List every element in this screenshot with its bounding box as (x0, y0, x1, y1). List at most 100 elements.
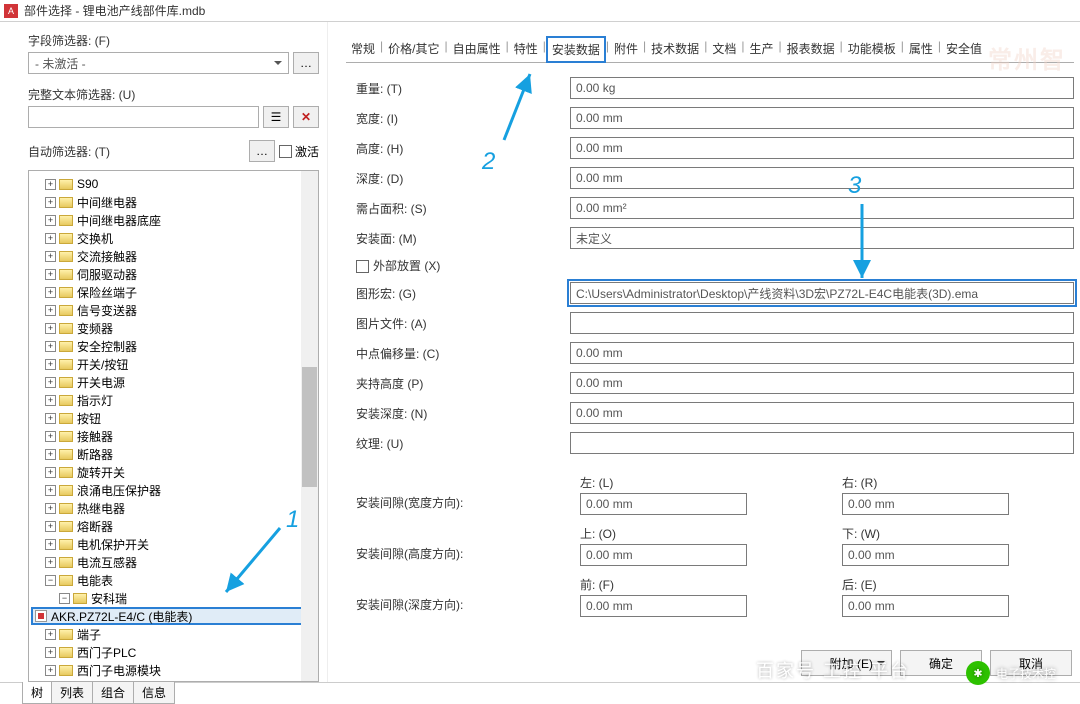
texture-input[interactable] (570, 432, 1074, 454)
tree-expander-icon[interactable]: + (45, 449, 56, 460)
tree-folder[interactable]: +西门子PLC (31, 643, 316, 661)
tab[interactable]: 属性 (904, 36, 938, 62)
tree-expander-icon[interactable]: + (45, 629, 56, 640)
tree-expander-icon[interactable]: + (45, 305, 56, 316)
surface-input[interactable] (570, 227, 1074, 249)
tree-expander-icon[interactable]: + (45, 539, 56, 550)
tree-expander-icon[interactable]: + (45, 323, 56, 334)
tree-folder[interactable]: +中间继电器 (31, 193, 316, 211)
clearance-left-input[interactable] (580, 493, 747, 515)
clearance-top-input[interactable] (580, 544, 747, 566)
tab[interactable]: 安装数据 (546, 36, 606, 63)
activate-checkbox[interactable]: 激活 (279, 143, 319, 160)
tree-expander-icon[interactable]: + (45, 269, 56, 280)
fulltext-filter-input[interactable] (28, 106, 259, 128)
tree-folder[interactable]: +伺服驱动器 (31, 265, 316, 283)
tab[interactable]: 特性 (509, 36, 543, 62)
macro-input[interactable] (570, 282, 1074, 304)
external-checkbox-box[interactable] (356, 260, 369, 273)
tab[interactable]: 安全值 (941, 36, 987, 62)
bottom-tab[interactable]: 信息 (133, 682, 175, 704)
tab[interactable]: 生产 (744, 36, 778, 62)
tree-folder[interactable]: +熔断器 (31, 517, 316, 535)
tree-folder[interactable]: +信号变送器 (31, 301, 316, 319)
weight-input[interactable] (570, 77, 1074, 99)
bottom-tab[interactable]: 组合 (92, 682, 134, 704)
external-place-checkbox[interactable]: 外部放置 (X) (346, 257, 570, 274)
tree-expander-icon[interactable]: + (45, 377, 56, 388)
tree-expander-icon[interactable]: + (45, 233, 56, 244)
tree-expander-icon[interactable]: + (45, 179, 56, 190)
tab[interactable]: 报表数据 (782, 36, 840, 62)
image-input[interactable] (570, 312, 1074, 334)
clearance-bottom-input[interactable] (842, 544, 1009, 566)
insdepth-input[interactable] (570, 402, 1074, 424)
clearance-right-input[interactable] (842, 493, 1009, 515)
tree-expander-icon[interactable]: + (45, 341, 56, 352)
tree-expander-icon[interactable]: − (59, 593, 70, 604)
tree-folder[interactable]: +开关电源 (31, 373, 316, 391)
tree-expander-icon[interactable]: + (45, 647, 56, 658)
tree-folder[interactable]: +旋转开关 (31, 463, 316, 481)
tab[interactable]: 文档 (707, 36, 741, 62)
height-input[interactable] (570, 137, 1074, 159)
tree-expander-icon[interactable]: + (45, 485, 56, 496)
tree-folder[interactable]: +指示灯 (31, 391, 316, 409)
tab[interactable]: 功能模板 (843, 36, 901, 62)
bottom-tab[interactable]: 列表 (51, 682, 93, 704)
clearance-back-input[interactable] (842, 595, 1009, 617)
tree-scrollbar[interactable] (301, 171, 318, 681)
tree-expander-icon[interactable]: + (45, 665, 56, 676)
clip-input[interactable] (570, 372, 1074, 394)
tree-view[interactable]: +S90+中间继电器+中间继电器底座+交换机+交流接触器+伺服驱动器+保险丝端子… (28, 170, 319, 682)
tree-folder[interactable]: +西门子电源模块 (31, 661, 316, 679)
tree-folder[interactable]: +接触器 (31, 427, 316, 445)
tree-expander-icon[interactable]: + (45, 287, 56, 298)
depth-input[interactable] (570, 167, 1074, 189)
tree-folder[interactable]: +交流接触器 (31, 247, 316, 265)
tree-expander-icon[interactable]: − (45, 575, 56, 586)
tree-folder[interactable]: +断路器 (31, 445, 316, 463)
tree-item[interactable]: AKR.PZ72L-E4/C (电能表) (31, 607, 316, 625)
tree-folder[interactable]: +电机保护开关 (31, 535, 316, 553)
tree-folder[interactable]: +变频器 (31, 319, 316, 337)
tree-folder[interactable]: +端子 (31, 625, 316, 643)
tab[interactable]: 常规 (346, 36, 380, 62)
tree-expander-icon[interactable]: + (45, 395, 56, 406)
tree-expander-icon[interactable]: + (45, 251, 56, 262)
tree-expander-icon[interactable]: + (45, 431, 56, 442)
center-input[interactable] (570, 342, 1074, 364)
fulltext-search-button[interactable]: ☰ (263, 106, 289, 128)
tree-expander-icon[interactable]: + (45, 215, 56, 226)
clearance-front-input[interactable] (580, 595, 747, 617)
field-filter-more-button[interactable]: … (293, 52, 319, 74)
width-input[interactable] (570, 107, 1074, 129)
activate-checkbox-box[interactable] (279, 145, 292, 158)
tree-folder[interactable]: +保险丝端子 (31, 283, 316, 301)
tree-folder[interactable]: −电能表 (31, 571, 316, 589)
tree-folder[interactable]: +电流互感器 (31, 553, 316, 571)
tree-folder[interactable]: +热继电器 (31, 499, 316, 517)
tree-expander-icon[interactable]: + (45, 557, 56, 568)
tree-folder[interactable]: +S90 (31, 175, 316, 193)
tab[interactable]: 自由属性 (448, 36, 506, 62)
tree-expander-icon[interactable]: + (45, 503, 56, 514)
field-filter-select[interactable]: - 未激活 - (28, 52, 289, 74)
tree-expander-icon[interactable]: + (45, 197, 56, 208)
tree-folder[interactable]: +开关/按钮 (31, 355, 316, 373)
tab[interactable]: 技术数据 (646, 36, 704, 62)
tree-folder[interactable]: +交换机 (31, 229, 316, 247)
tree-folder[interactable]: +中间继电器底座 (31, 211, 316, 229)
tree-expander-icon[interactable]: + (45, 413, 56, 424)
tree-folder[interactable]: −安科瑞 (31, 589, 316, 607)
tree-expander-icon[interactable]: + (45, 467, 56, 478)
tree-folder[interactable]: +按钮 (31, 409, 316, 427)
area-input[interactable] (570, 197, 1074, 219)
tree-folder[interactable]: +安全控制器 (31, 337, 316, 355)
bottom-tab[interactable]: 树 (22, 682, 52, 704)
auto-filter-more-button[interactable]: … (249, 140, 275, 162)
fulltext-clear-button[interactable]: ✕ (293, 106, 319, 128)
tree-expander-icon[interactable]: + (45, 359, 56, 370)
tree-scroll-thumb[interactable] (302, 367, 317, 487)
tree-folder[interactable]: +浪涌电压保护器 (31, 481, 316, 499)
